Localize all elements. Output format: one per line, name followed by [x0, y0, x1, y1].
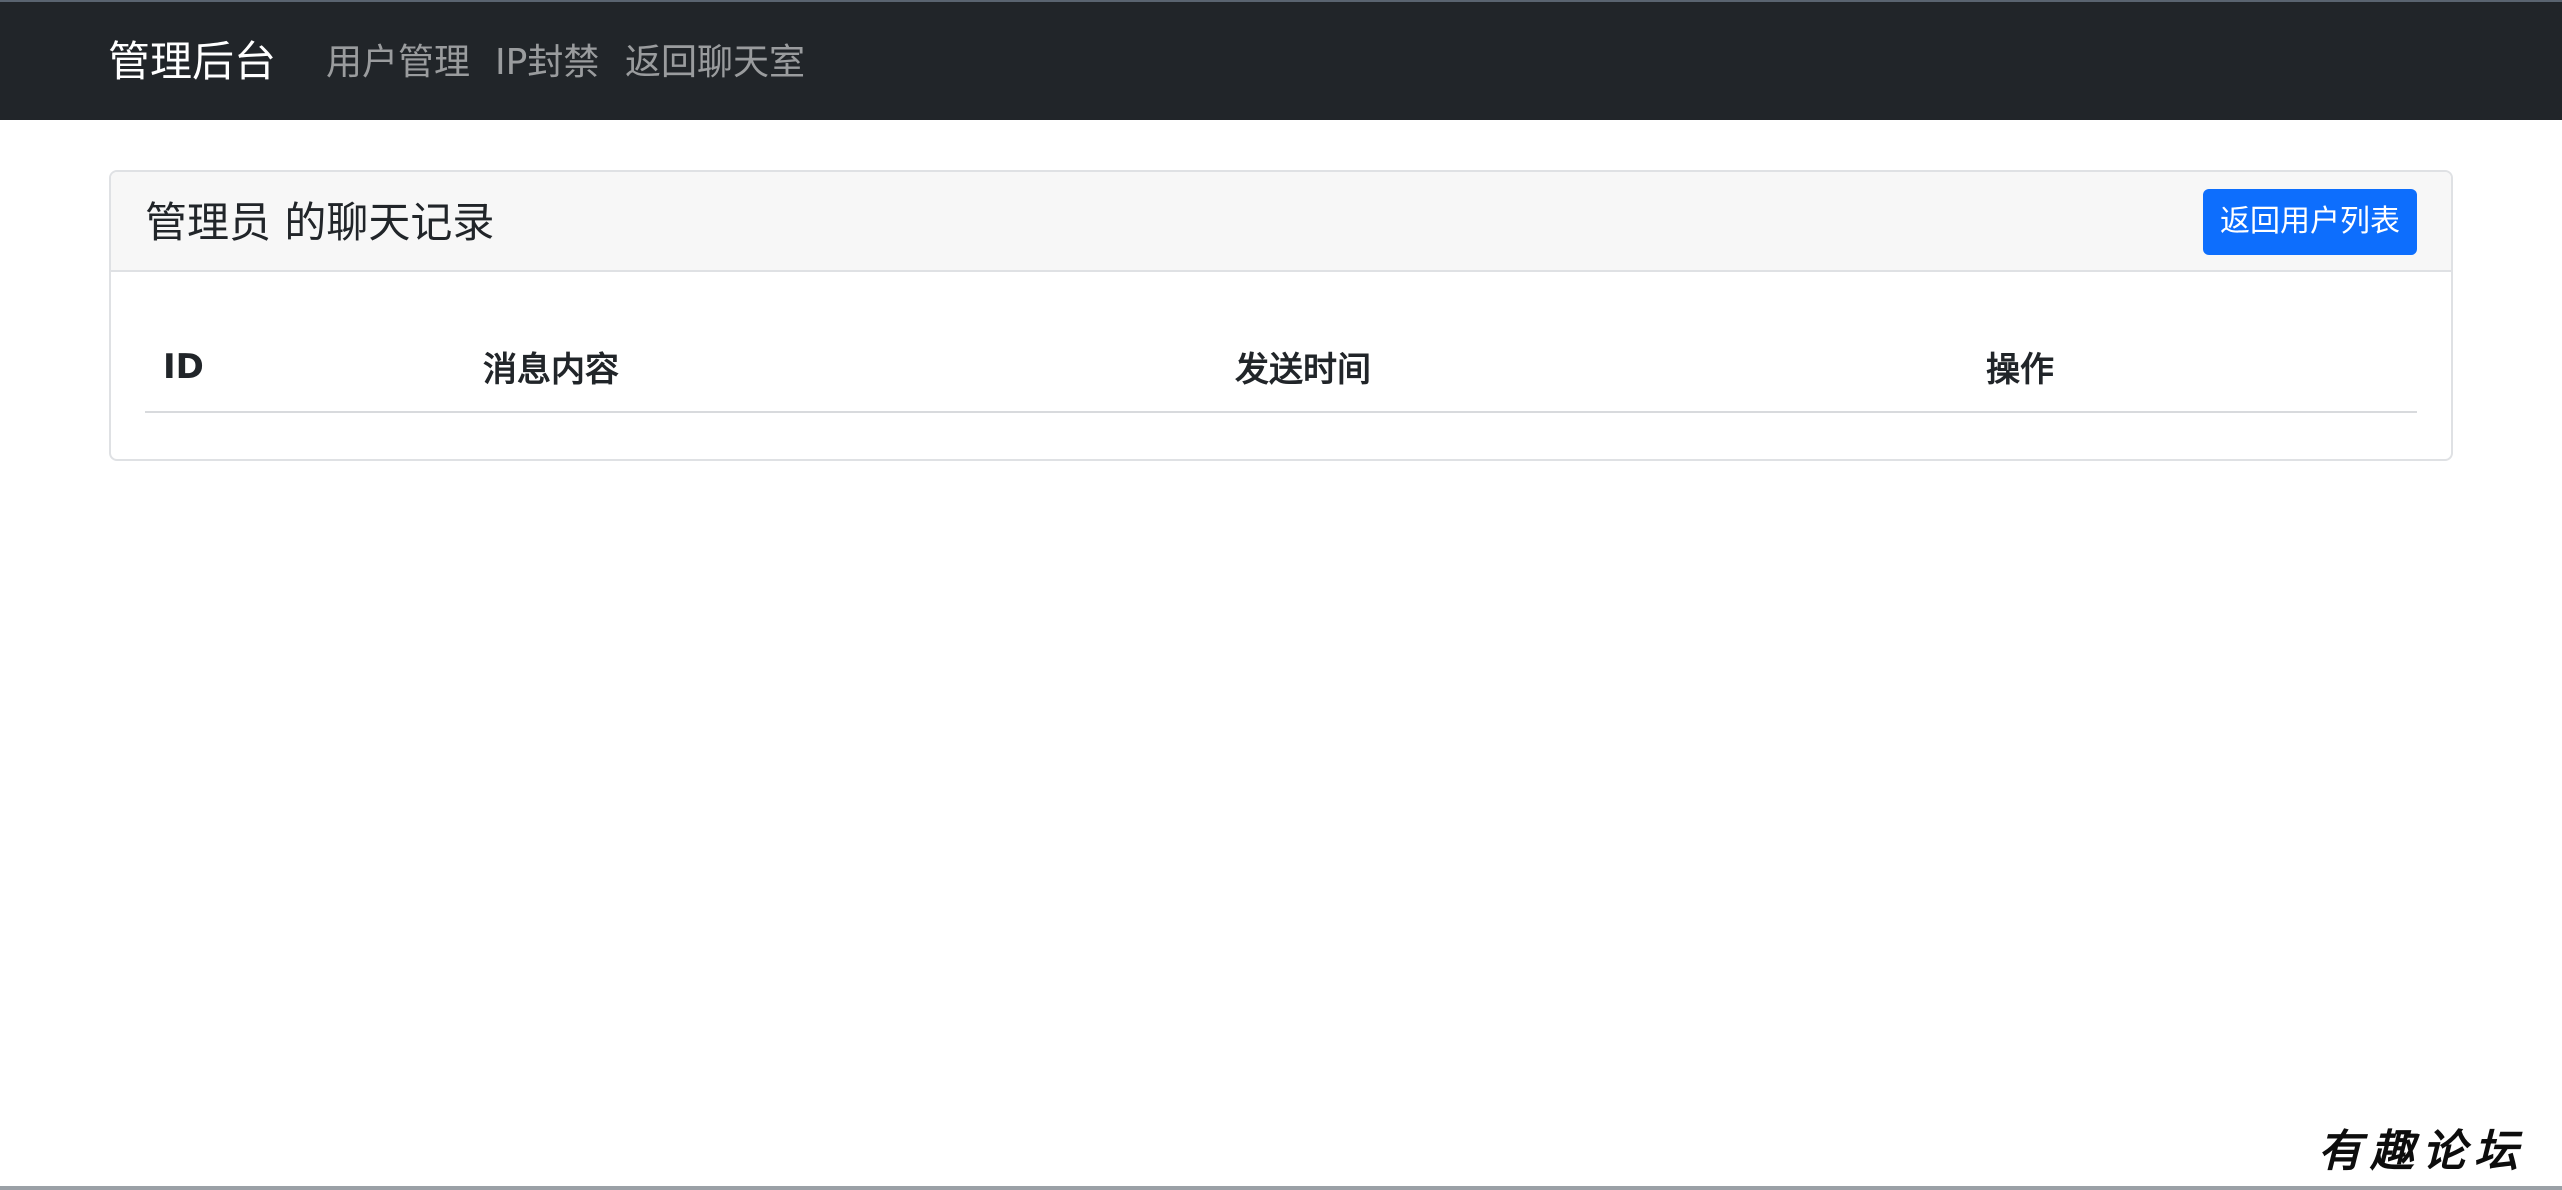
table-header: ID 消息内容 发送时间 操作	[145, 322, 2417, 413]
table-header-row: ID 消息内容 发送时间 操作	[145, 322, 2417, 413]
column-header-actions: 操作	[1968, 322, 2417, 413]
top-navbar: 管理后台 用户管理 IP封禁 返回聊天室	[0, 0, 2562, 120]
column-header-message-content: 消息内容	[465, 322, 1217, 413]
chat-history-card: 管理员 的聊天记录 返回用户列表 ID 消息内容 发送时间 操作	[109, 170, 2453, 461]
nav-link-ip-ban[interactable]: IP封禁	[495, 39, 599, 87]
navbar-brand[interactable]: 管理后台	[108, 35, 276, 89]
column-header-id: ID	[145, 322, 465, 413]
forum-watermark-logo: 有趣论坛	[2318, 1126, 2526, 1177]
back-to-user-list-button[interactable]: 返回用户列表	[2203, 189, 2417, 255]
nav-link-user-management[interactable]: 用户管理	[326, 39, 470, 87]
nav-link-back-to-chatroom[interactable]: 返回聊天室	[625, 39, 805, 87]
card-title: 管理员 的聊天记录	[145, 198, 495, 247]
bottom-divider	[0, 1186, 2562, 1190]
card-header: 管理员 的聊天记录 返回用户列表	[111, 172, 2451, 272]
column-header-send-time: 发送时间	[1217, 322, 1968, 413]
chat-history-table: ID 消息内容 发送时间 操作	[145, 322, 2417, 413]
